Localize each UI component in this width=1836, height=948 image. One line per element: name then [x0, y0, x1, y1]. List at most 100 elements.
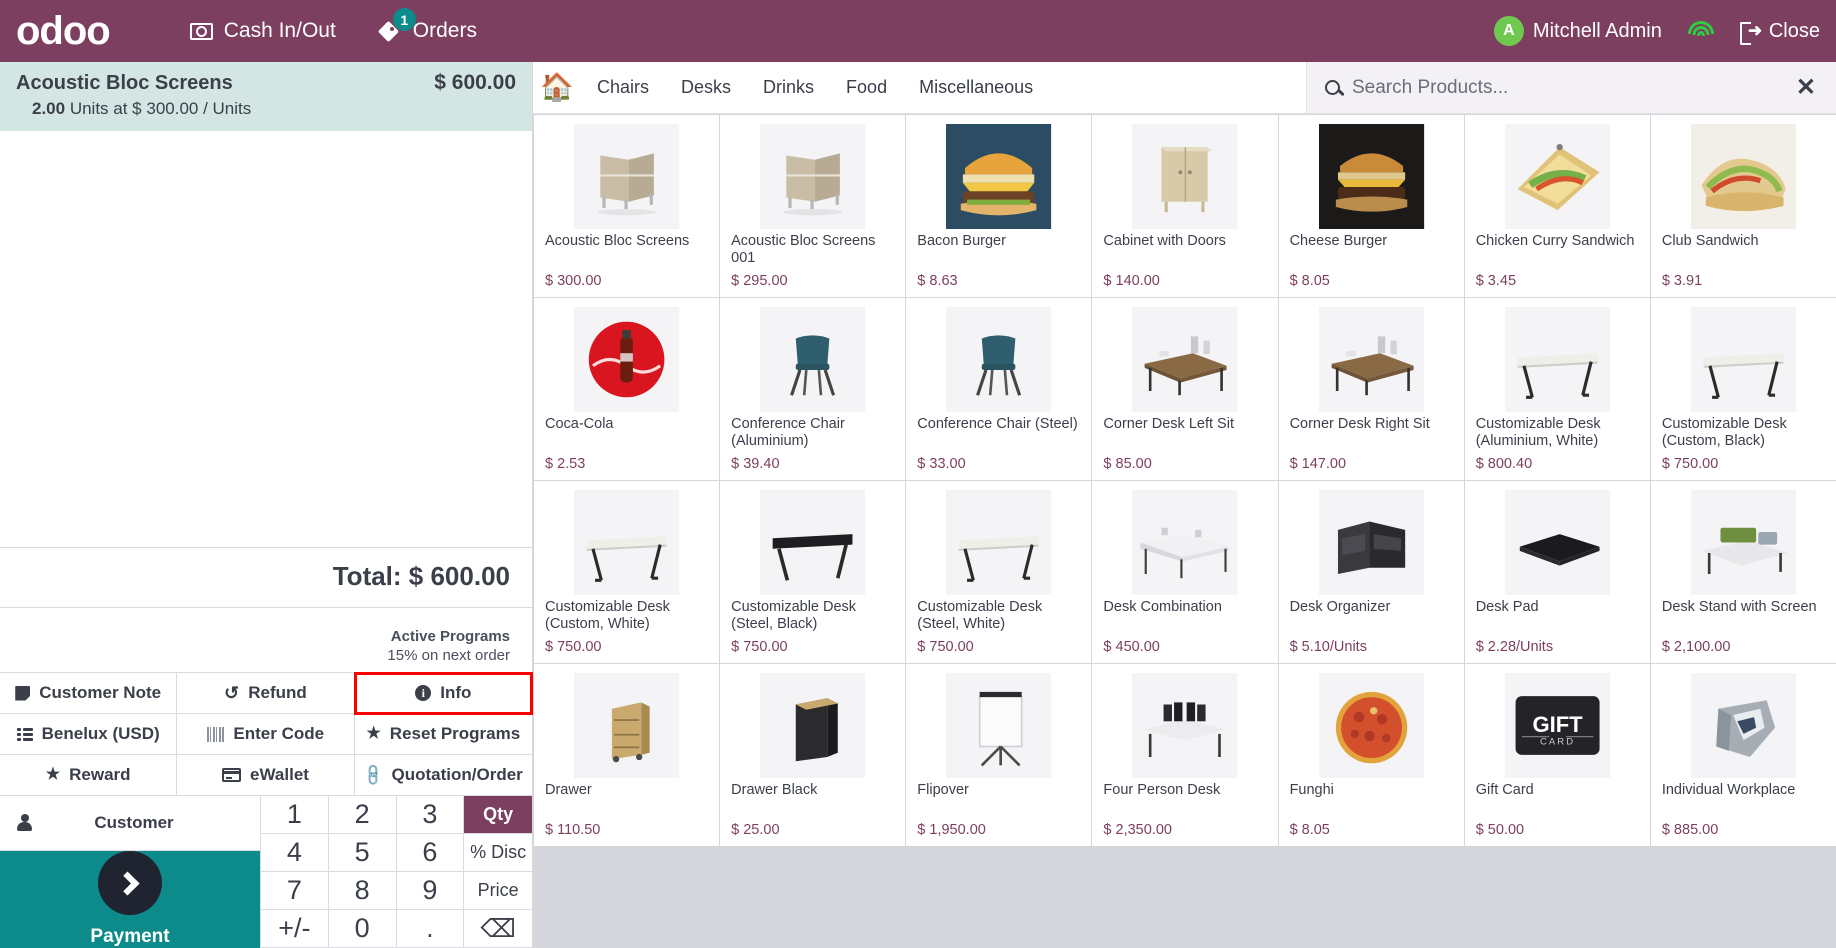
product-name: Desk Organizer [1289, 599, 1391, 615]
home-category-button[interactable]: 🏠 [533, 62, 581, 113]
control-button-label: Quotation/Order [391, 765, 523, 784]
product-card[interactable]: Desk Combination $ 450.00 [1092, 481, 1278, 663]
order-line-qty: 2.00 [32, 99, 66, 118]
product-card[interactable]: Desk Stand with Screen $ 2,100.00 [1650, 481, 1836, 663]
orders-label: Orders [412, 19, 477, 42]
numpad-key-price[interactable]: Price [464, 872, 532, 910]
control-button-ewallet[interactable]: eWallet [177, 755, 355, 796]
numpad-key-.[interactable]: . [396, 910, 465, 948]
pos-body: Acoustic Bloc Screens $ 600.00 2.00 Unit… [0, 62, 1836, 948]
numpad: 1 2 3 Qty 4 5 6% Disc 7 8 9 Price +/- 0. ⌫ [261, 796, 532, 948]
info-icon: i [415, 685, 432, 701]
control-button-label: Reward [69, 765, 131, 784]
product-card[interactable]: Acoustic Bloc Screens 001 $ 295.00 [720, 115, 906, 297]
order-line[interactable]: Acoustic Bloc Screens $ 600.00 2.00 Unit… [0, 62, 532, 131]
numpad-key-disc[interactable]: % Disc [464, 834, 532, 872]
numpad-key-7[interactable]: 7 [261, 872, 329, 910]
product-card[interactable]: Club Sandwich $ 3.91 [1650, 115, 1836, 297]
orders-button[interactable]: 1 Orders [380, 8, 477, 43]
category-miscellaneous[interactable]: Miscellaneous [903, 62, 1049, 113]
order-lines-empty-area [0, 131, 532, 547]
order-line-product: Acoustic Bloc Screens [16, 72, 233, 94]
numpad-key-qty[interactable]: Qty [464, 796, 532, 834]
product-image [545, 673, 708, 778]
category-desks[interactable]: Desks [665, 62, 747, 113]
product-name: Flipover [917, 782, 969, 798]
product-price: $ 5.10/Units [1289, 639, 1367, 655]
product-image [731, 490, 894, 595]
product-card[interactable]: Flipover $ 1,950.00 [906, 664, 1092, 846]
product-card[interactable]: Customizable Desk (Custom, Black) $ 750.0… [1650, 298, 1836, 480]
close-button[interactable]: Close [1739, 20, 1820, 45]
product-card[interactable]: Conference Chair (Aluminium) $ 39.40 [720, 298, 906, 480]
product-card[interactable]: Customizable Desk (Custom, White) $ 750.0… [534, 481, 720, 663]
control-button-enter-code[interactable]: Enter Code [177, 714, 355, 755]
product-card[interactable]: Four Person Desk $ 2,350.00 [1092, 664, 1278, 846]
product-card[interactable]: Chicken Curry Sandwich $ 3.45 [1464, 115, 1650, 297]
product-card[interactable]: Corner Desk Right Sit $ 147.00 [1278, 298, 1464, 480]
product-price: $ 750.00 [917, 639, 974, 655]
product-card[interactable]: Coca-Cola $ 2.53 [534, 298, 720, 480]
order-bottom: Customer Payment 1 2 3 Qty 4 5 6% Disc 7 8 9 Price… [0, 796, 532, 948]
product-name: Club Sandwich [1661, 233, 1759, 249]
product-price: $ 110.50 [545, 822, 601, 838]
control-button-reward[interactable]: ★ Reward [0, 755, 178, 796]
numpad-key-4[interactable]: 4 [261, 834, 329, 872]
product-card[interactable]: Customizable Desk (Steel, White) $ 750.00 [906, 481, 1092, 663]
product-name: Gift Card [1475, 782, 1534, 798]
cash-in-out-button[interactable]: Cash In/Out [189, 19, 336, 43]
product-image [1103, 490, 1266, 595]
user-menu[interactable]: A Mitchell Admin [1493, 16, 1662, 46]
control-button-label: Reset Programs [389, 724, 521, 743]
control-button-label: eWallet [250, 765, 309, 784]
product-card[interactable]: Conference Chair (Steel) $ 33.00 [906, 298, 1092, 480]
numpad-key-6[interactable]: 6 [396, 834, 465, 872]
numpad-key-3[interactable]: 3 [396, 796, 465, 834]
product-card[interactable]: GIFT CARD Gift Card $ 50.00 [1464, 664, 1650, 846]
control-button-info[interactable]: i Info [353, 672, 533, 715]
search-icon [1325, 80, 1340, 95]
numpad-key-8[interactable]: 8 [328, 872, 397, 910]
product-image [545, 307, 708, 412]
product-image [1662, 124, 1825, 229]
product-card[interactable]: Drawer Black $ 25.00 [720, 664, 906, 846]
product-card[interactable]: Bacon Burger $ 8.63 [906, 115, 1092, 297]
category-drinks[interactable]: Drinks [747, 62, 830, 113]
product-name: Customizable Desk (Custom, Black) [1661, 416, 1787, 450]
product-card[interactable]: Corner Desk Left Sit $ 85.00 [1092, 298, 1278, 480]
product-card[interactable]: Funghi $ 8.05 [1278, 664, 1464, 846]
numpad-key-1[interactable]: 1 [261, 796, 329, 834]
control-button-label: Benelux (USD) [41, 724, 160, 743]
control-button-quotation-order[interactable]: 🔗 Quotation/Order [354, 755, 532, 796]
numpad-key-2[interactable]: 2 [328, 796, 397, 834]
category-food[interactable]: Food [830, 62, 903, 113]
product-price: $ 147.00 [1289, 456, 1347, 472]
product-card[interactable]: Desk Organizer $ 5.10/Units [1278, 481, 1464, 663]
control-button-benelux-usd[interactable]: Benelux (USD) [0, 714, 178, 755]
category-chairs[interactable]: Chairs [581, 62, 665, 113]
product-card[interactable]: Drawer $ 110.50 [534, 664, 720, 846]
payment-button[interactable]: Payment [0, 851, 260, 948]
numpad-key-[interactable]: ⌫ [464, 910, 532, 948]
product-card[interactable]: Cabinet with Doors $ 140.00 [1092, 115, 1278, 297]
set-customer-button[interactable]: Customer [0, 796, 260, 851]
numpad-key-0[interactable]: 0 [328, 910, 397, 948]
product-card[interactable]: Customizable Desk (Aluminium, White) $ 80… [1464, 298, 1650, 480]
numpad-key-5[interactable]: 5 [328, 834, 397, 872]
product-card[interactable]: Individual Workplace $ 885.00 [1650, 664, 1836, 846]
close-icon[interactable]: ✕ [1796, 75, 1816, 100]
product-price: $ 885.00 [1661, 822, 1719, 838]
product-card[interactable]: Cheese Burger $ 8.05 [1278, 115, 1464, 297]
product-price: $ 295.00 [731, 273, 788, 289]
numpad-key-+-[interactable]: +/- [261, 910, 329, 948]
control-button-refund[interactable]: ↻ Refund [177, 673, 355, 714]
numpad-key-9[interactable]: 9 [396, 872, 465, 910]
control-button-customer-note[interactable]: Customer Note [0, 673, 178, 714]
product-card[interactable]: Acoustic Bloc Screens $ 300.00 [534, 115, 720, 297]
wifi-icon[interactable] [1687, 21, 1714, 41]
control-button-reset-programs[interactable]: ★ Reset Programs [354, 714, 532, 755]
odoo-logo[interactable]: odoo [0, 11, 111, 51]
search-input[interactable] [1352, 76, 1784, 99]
product-card[interactable]: Customizable Desk (Steel, Black) $ 750.00 [720, 481, 906, 663]
product-card[interactable]: Desk Pad $ 2.28/Units [1464, 481, 1650, 663]
